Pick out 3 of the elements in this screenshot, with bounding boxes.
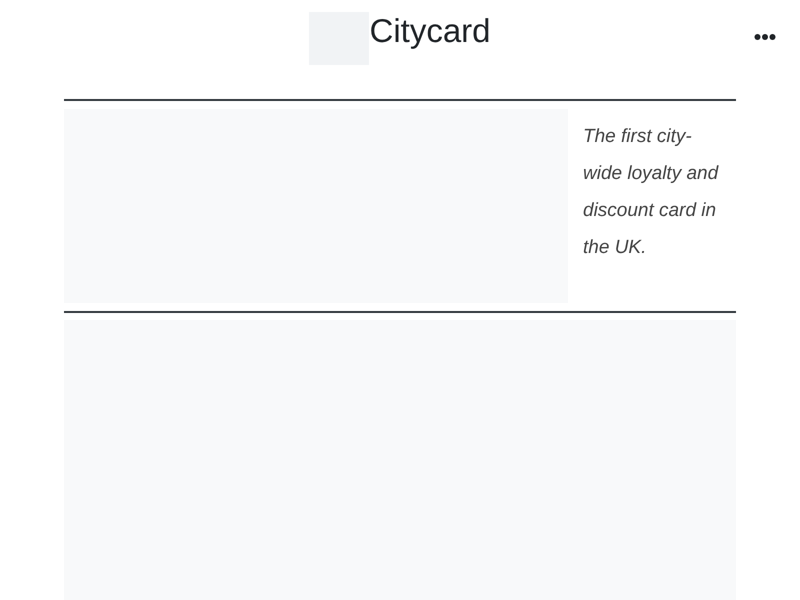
more-menu-icon[interactable] [754,33,776,41]
intro-text: The first city-wide loyalty and discount card in the UK. [582,125,720,260]
site-title: Citycard [369,14,491,51]
